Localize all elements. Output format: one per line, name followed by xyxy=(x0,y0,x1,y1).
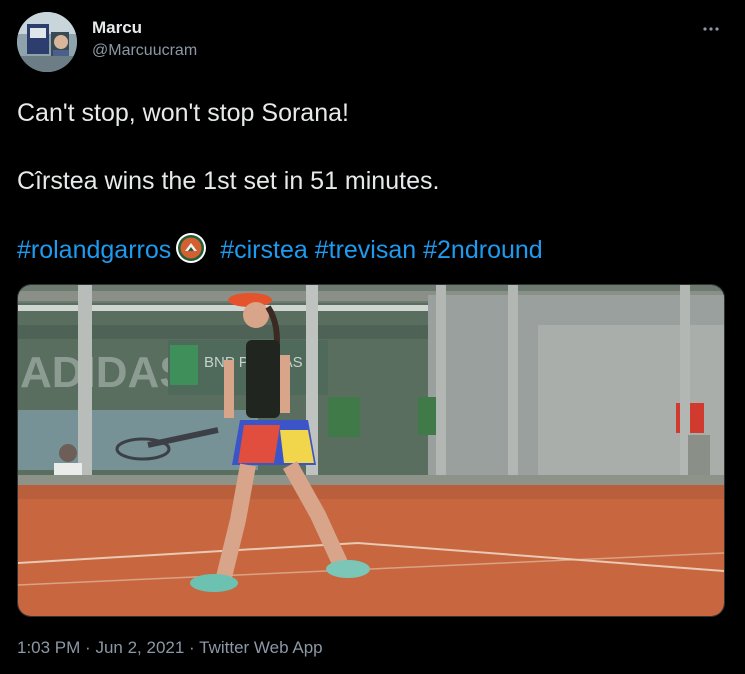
tweet-source[interactable]: Twitter Web App xyxy=(199,638,322,657)
user-names: Marcu @Marcuucram xyxy=(92,18,197,62)
avatar[interactable] xyxy=(17,12,77,72)
hashtag-line: #rolandgarros #cirstea #trevisan #2ndrou… xyxy=(17,232,543,268)
user-handle[interactable]: @Marcuucram xyxy=(92,40,197,62)
tweet-footer: 1:03 PM · Jun 2, 2021 · Twitter Web App xyxy=(17,638,323,658)
roland-garros-logo-emoji xyxy=(175,232,207,264)
more-horizontal-icon[interactable] xyxy=(700,18,722,40)
tweet-line-2: Cîrstea wins the 1st set in 51 minutes. xyxy=(17,167,440,195)
hashtag-cirstea[interactable]: #cirstea xyxy=(220,236,308,264)
video-frame: ADIDAS BNP PARIBAS xyxy=(18,285,724,616)
tweet-line-1: Can't stop, won't stop Sorana! xyxy=(17,99,349,127)
tweet-date[interactable]: Jun 2, 2021 xyxy=(95,638,184,657)
footer-separator: · xyxy=(189,638,195,657)
hashtag-2ndround[interactable]: #2ndround xyxy=(423,236,543,264)
tweet-time[interactable]: 1:03 PM xyxy=(17,638,80,657)
footer-separator: · xyxy=(85,638,91,657)
hashtag-rolandgarros[interactable]: #rolandgarros xyxy=(17,236,171,264)
sign-text: ADIDAS xyxy=(20,348,189,397)
display-name[interactable]: Marcu xyxy=(92,18,197,38)
tweet-header: Marcu @Marcuucram xyxy=(17,12,728,72)
tweet-media[interactable]: ADIDAS BNP PARIBAS xyxy=(17,284,725,617)
hashtag-trevisan[interactable]: #trevisan xyxy=(315,236,416,264)
